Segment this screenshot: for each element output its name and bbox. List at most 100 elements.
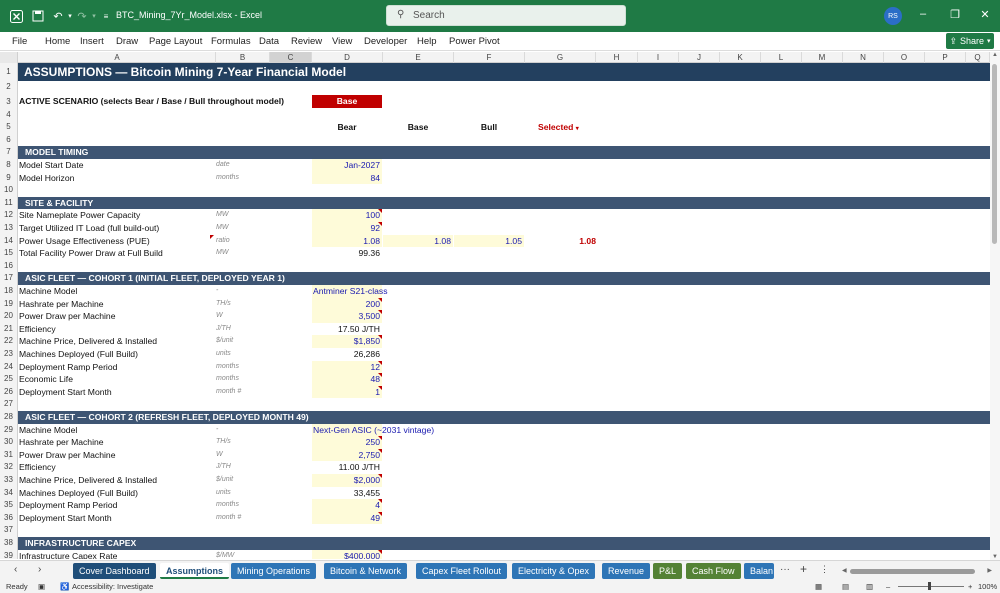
- row-number[interactable]: 33: [0, 474, 18, 487]
- scenario-selector[interactable]: Base: [312, 94, 382, 108]
- row-number[interactable]: 36: [0, 511, 18, 525]
- user-avatar[interactable]: RS: [884, 7, 902, 25]
- row-label[interactable]: Power Draw per Machine: [19, 310, 115, 323]
- row-number[interactable]: 24: [0, 360, 18, 374]
- row-label[interactable]: Machines Deployed (Full Build): [19, 348, 138, 361]
- row-label[interactable]: Power Usage Effectiveness (PUE): [19, 235, 150, 248]
- row-unit[interactable]: units: [216, 487, 231, 500]
- row-number[interactable]: 32: [0, 461, 18, 474]
- column-header-h[interactable]: H: [596, 52, 638, 63]
- row-unit[interactable]: months: [216, 373, 239, 386]
- row-label[interactable]: Machine Price, Delivered & Installed: [19, 335, 157, 348]
- close-icon[interactable]: ✕: [976, 8, 994, 24]
- column-header-o[interactable]: O: [884, 52, 925, 63]
- add-sheet-icon[interactable]: +: [800, 562, 807, 576]
- row-number[interactable]: 18: [0, 285, 18, 298]
- section-title[interactable]: ASIC FLEET — COHORT 2 (REFRESH FLEET, DE…: [25, 411, 309, 424]
- input-cell[interactable]: Next-Gen ASIC (~2031 vintage): [312, 423, 434, 437]
- row-unit[interactable]: W: [216, 449, 223, 462]
- row-number[interactable]: 6: [0, 133, 18, 147]
- column-header-c[interactable]: C: [270, 52, 312, 63]
- minimize-icon[interactable]: –: [914, 8, 932, 24]
- row-unit[interactable]: TH/s: [216, 298, 231, 311]
- menu-review[interactable]: Review: [291, 36, 322, 47]
- autosave-icon[interactable]: [30, 8, 46, 24]
- row-number[interactable]: 7: [0, 146, 18, 159]
- row-unit[interactable]: months: [216, 361, 239, 374]
- menu-insert[interactable]: Insert: [80, 36, 104, 47]
- input-cell[interactable]: $2,000: [312, 474, 382, 487]
- row-number[interactable]: 34: [0, 486, 18, 500]
- row-unit[interactable]: -: [216, 424, 218, 437]
- row-unit[interactable]: date: [216, 159, 230, 172]
- column-header-q[interactable]: Q: [966, 52, 990, 63]
- row-number[interactable]: 3: [0, 93, 18, 109]
- search-box[interactable]: ⚲ Search: [386, 5, 626, 26]
- column-header-d[interactable]: D: [312, 52, 383, 63]
- row-number[interactable]: 23: [0, 348, 18, 361]
- row-number[interactable]: 35: [0, 499, 18, 512]
- row-number[interactable]: 4: [0, 108, 18, 122]
- column-header-b[interactable]: B: [216, 52, 270, 63]
- row-unit[interactable]: MW: [216, 222, 228, 235]
- row-number[interactable]: 11: [0, 196, 18, 210]
- row-unit[interactable]: months: [216, 499, 239, 512]
- calc-cell[interactable]: 17.50 J/TH: [312, 323, 382, 336]
- row-label[interactable]: Efficiency: [19, 461, 56, 474]
- scenario-header-bull[interactable]: Bull: [454, 121, 524, 134]
- row-label[interactable]: Total Facility Power Draw at Full Build: [19, 247, 163, 260]
- scenario-header-base[interactable]: Base: [383, 121, 453, 134]
- row-number[interactable]: 8: [0, 159, 18, 172]
- row-number[interactable]: 27: [0, 398, 18, 411]
- active-scenario-label[interactable]: ACTIVE SCENARIO (selects Bear / Base / B…: [19, 94, 284, 109]
- row-number[interactable]: 1: [0, 63, 18, 81]
- input-cell[interactable]: 49: [312, 511, 382, 525]
- input-cell[interactable]: 200: [312, 297, 382, 311]
- sheet-tab-balance[interactable]: Balan: [744, 563, 774, 579]
- row-number[interactable]: 12: [0, 209, 18, 222]
- scroll-up-icon[interactable]: ▲: [992, 52, 998, 58]
- row-number[interactable]: 17: [0, 272, 18, 285]
- column-header-j[interactable]: J: [679, 52, 720, 63]
- row-unit[interactable]: TH/s: [216, 436, 231, 449]
- customize-toolbar-icon[interactable]: ≡: [98, 8, 114, 24]
- row-number[interactable]: 30: [0, 436, 18, 449]
- page-break-view-icon[interactable]: ▥: [866, 582, 873, 591]
- input-cell[interactable]: $400,000: [312, 549, 382, 559]
- sheet-tab-revenue[interactable]: Revenue: [602, 563, 651, 579]
- row-number[interactable]: 29: [0, 423, 18, 437]
- row-number[interactable]: 21: [0, 322, 18, 336]
- column-header-a[interactable]: A: [19, 52, 216, 63]
- section-title[interactable]: MODEL TIMING: [25, 146, 88, 159]
- page-layout-view-icon[interactable]: ▤: [842, 582, 849, 591]
- row-unit[interactable]: month #: [216, 512, 241, 525]
- row-unit[interactable]: units: [216, 348, 231, 361]
- row-label[interactable]: Deployment Start Month: [19, 386, 112, 399]
- row-number[interactable]: 19: [0, 297, 18, 311]
- input-cell[interactable]: Jan-2027: [312, 159, 382, 172]
- row-label[interactable]: Hashrate per Machine: [19, 298, 104, 311]
- row-number[interactable]: 39: [0, 549, 18, 559]
- input-cell[interactable]: 92: [312, 222, 382, 235]
- row-number[interactable]: 26: [0, 385, 18, 399]
- menu-developer[interactable]: Developer: [364, 36, 407, 47]
- row-label[interactable]: Model Start Date: [19, 159, 83, 172]
- selected-value-cell[interactable]: 1.08: [525, 235, 596, 248]
- row-unit[interactable]: $/unit: [216, 474, 233, 487]
- column-header-e[interactable]: E: [383, 52, 454, 63]
- column-header-m[interactable]: M: [802, 52, 843, 63]
- scroll-left-icon[interactable]: ◀: [842, 567, 847, 574]
- sheet-tab-mining-operations[interactable]: Mining Operations: [231, 563, 317, 579]
- row-number[interactable]: 5: [0, 121, 18, 134]
- tab-split-handle-icon[interactable]: ⋮: [820, 564, 829, 575]
- calc-cell[interactable]: 99.36: [312, 247, 382, 260]
- zoom-out-icon[interactable]: –: [886, 582, 890, 591]
- column-header-g[interactable]: G: [525, 52, 596, 63]
- input-cell[interactable]: 12: [312, 360, 382, 374]
- column-header-n[interactable]: N: [843, 52, 884, 63]
- select-all-corner[interactable]: [0, 52, 18, 63]
- row-number[interactable]: 10: [0, 184, 18, 197]
- scenario-header-bear[interactable]: Bear: [312, 121, 382, 134]
- row-label[interactable]: Economic Life: [19, 373, 73, 386]
- input-cell[interactable]: 100: [312, 209, 382, 222]
